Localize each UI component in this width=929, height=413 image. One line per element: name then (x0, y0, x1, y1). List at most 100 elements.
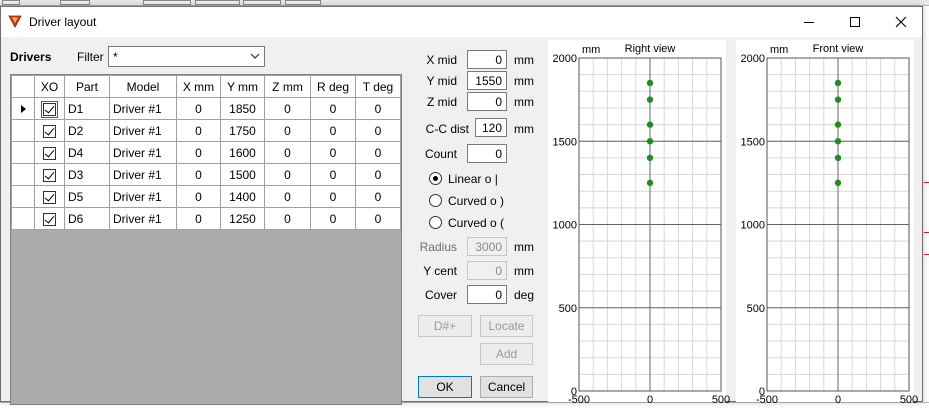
xo-checkbox[interactable] (41, 100, 58, 118)
table-row[interactable]: D1 Driver #1 0 1850 0 0 0 (11, 97, 401, 120)
xo-cell[interactable] (34, 119, 65, 142)
xo-cell[interactable] (34, 185, 65, 208)
z-cell[interactable]: 0 (264, 97, 311, 120)
column-header-z[interactable]: Z mm (264, 75, 311, 98)
y-mid-input[interactable]: 1550 (467, 71, 507, 90)
z-cell[interactable]: 0 (264, 119, 311, 142)
cancel-button[interactable]: Cancel (480, 376, 533, 398)
table-row[interactable]: D4 Driver #1 0 1600 0 0 0 (11, 141, 401, 164)
t-cell[interactable]: 0 (355, 141, 401, 164)
row-selector[interactable] (11, 163, 35, 186)
column-header-xo[interactable]: XO (34, 75, 65, 98)
row-selector[interactable] (11, 185, 35, 208)
t-cell[interactable]: 0 (355, 163, 401, 186)
data-point (646, 96, 654, 103)
x-cell[interactable]: 0 (176, 97, 221, 120)
row-selector[interactable] (11, 119, 35, 142)
y-tick-label: 1500 (741, 136, 765, 148)
part-cell[interactable]: D1 (64, 97, 110, 120)
z-mid-input[interactable]: 0 (467, 92, 507, 111)
r-cell[interactable]: 0 (310, 141, 356, 164)
xo-cell[interactable] (34, 141, 65, 164)
curved-concave-radio[interactable] (429, 216, 442, 229)
locate-button[interactable]: Locate (480, 315, 533, 337)
y-cell[interactable]: 1250 (220, 207, 265, 230)
add-driver-number-button[interactable]: D#+ (418, 315, 472, 337)
column-header-x[interactable]: X mm (176, 75, 221, 98)
xo-checkbox[interactable] (43, 190, 56, 204)
x-cell[interactable]: 0 (176, 207, 221, 230)
xo-cell[interactable] (34, 207, 65, 230)
x-cell[interactable]: 0 (176, 141, 221, 164)
x-cell[interactable]: 0 (176, 119, 221, 142)
z-cell[interactable]: 0 (264, 185, 311, 208)
model-cell[interactable]: Driver #1 (109, 141, 177, 164)
drivers-table[interactable]: XO Part Model X mm Y mm Z mm R deg T deg… (10, 74, 402, 405)
t-cell[interactable]: 0 (355, 185, 401, 208)
maximize-button[interactable] (832, 7, 878, 37)
linear-radio[interactable] (429, 172, 442, 185)
y-cent-input[interactable]: 0 (467, 261, 507, 280)
model-cell[interactable]: Driver #1 (109, 97, 177, 120)
row-selector[interactable] (11, 207, 35, 230)
r-cell[interactable]: 0 (310, 163, 356, 186)
model-cell[interactable]: Driver #1 (109, 163, 177, 186)
xo-checkbox[interactable] (43, 168, 56, 182)
x-cell[interactable]: 0 (176, 185, 221, 208)
column-header-part[interactable]: Part (64, 75, 110, 98)
filter-dropdown[interactable]: * (108, 46, 265, 67)
xo-checkbox[interactable] (43, 212, 56, 226)
column-header-r[interactable]: R deg (310, 75, 356, 98)
title-bar[interactable]: Driver layout (1, 7, 922, 37)
x-mid-input[interactable]: 0 (467, 50, 507, 69)
xo-cell[interactable] (34, 97, 65, 120)
model-cell[interactable]: Driver #1 (109, 185, 177, 208)
t-cell[interactable]: 0 (355, 97, 401, 120)
y-cell[interactable]: 1850 (220, 97, 265, 120)
y-cell[interactable]: 1750 (220, 119, 265, 142)
table-row[interactable]: D5 Driver #1 0 1400 0 0 0 (11, 185, 401, 208)
row-selector[interactable] (11, 97, 35, 120)
model-cell[interactable]: Driver #1 (109, 207, 177, 230)
column-header-model[interactable]: Model (109, 75, 177, 98)
minimize-button[interactable] (786, 7, 832, 37)
add-button[interactable]: Add (480, 343, 533, 365)
y-cell[interactable]: 1400 (220, 185, 265, 208)
radius-input[interactable]: 3000 (467, 237, 507, 256)
z-cell[interactable]: 0 (264, 207, 311, 230)
column-header-t[interactable]: T deg (355, 75, 401, 98)
ok-button[interactable]: OK (418, 376, 472, 398)
x-cell[interactable]: 0 (176, 163, 221, 186)
count-input[interactable]: 0 (467, 144, 507, 163)
part-cell[interactable]: D5 (64, 185, 110, 208)
xo-checkbox[interactable] (43, 124, 56, 138)
r-cell[interactable]: 0 (310, 97, 356, 120)
column-header-y[interactable]: Y mm (220, 75, 265, 98)
table-row[interactable]: D3 Driver #1 0 1500 0 0 0 (11, 163, 401, 186)
part-cell[interactable]: D2 (64, 119, 110, 142)
t-cell[interactable]: 0 (355, 207, 401, 230)
z-cell[interactable]: 0 (264, 141, 311, 164)
y-cell[interactable]: 1600 (220, 141, 265, 164)
xo-checkbox[interactable] (43, 146, 56, 160)
xo-cell[interactable] (34, 163, 65, 186)
t-cell[interactable]: 0 (355, 119, 401, 142)
part-cell[interactable]: D3 (64, 163, 110, 186)
curved-convex-radio-label: Curved o ) (448, 194, 505, 208)
r-cell[interactable]: 0 (310, 119, 356, 142)
cc-dist-input[interactable]: 120 (475, 118, 507, 137)
r-cell[interactable]: 0 (310, 207, 356, 230)
model-cell[interactable]: Driver #1 (109, 119, 177, 142)
z-cell[interactable]: 0 (264, 163, 311, 186)
curved-convex-radio[interactable] (429, 194, 442, 207)
r-cell[interactable]: 0 (310, 185, 356, 208)
table-row[interactable]: D2 Driver #1 0 1750 0 0 0 (11, 119, 401, 142)
y-cell[interactable]: 1500 (220, 163, 265, 186)
cover-input[interactable]: 0 (467, 285, 507, 304)
part-cell[interactable]: D4 (64, 141, 110, 164)
part-cell[interactable]: D6 (64, 207, 110, 230)
table-row[interactable]: D6 Driver #1 0 1250 0 0 0 (11, 207, 401, 230)
close-button[interactable] (878, 7, 924, 37)
row-selector[interactable] (11, 141, 35, 164)
background-tool-button (285, 0, 321, 5)
